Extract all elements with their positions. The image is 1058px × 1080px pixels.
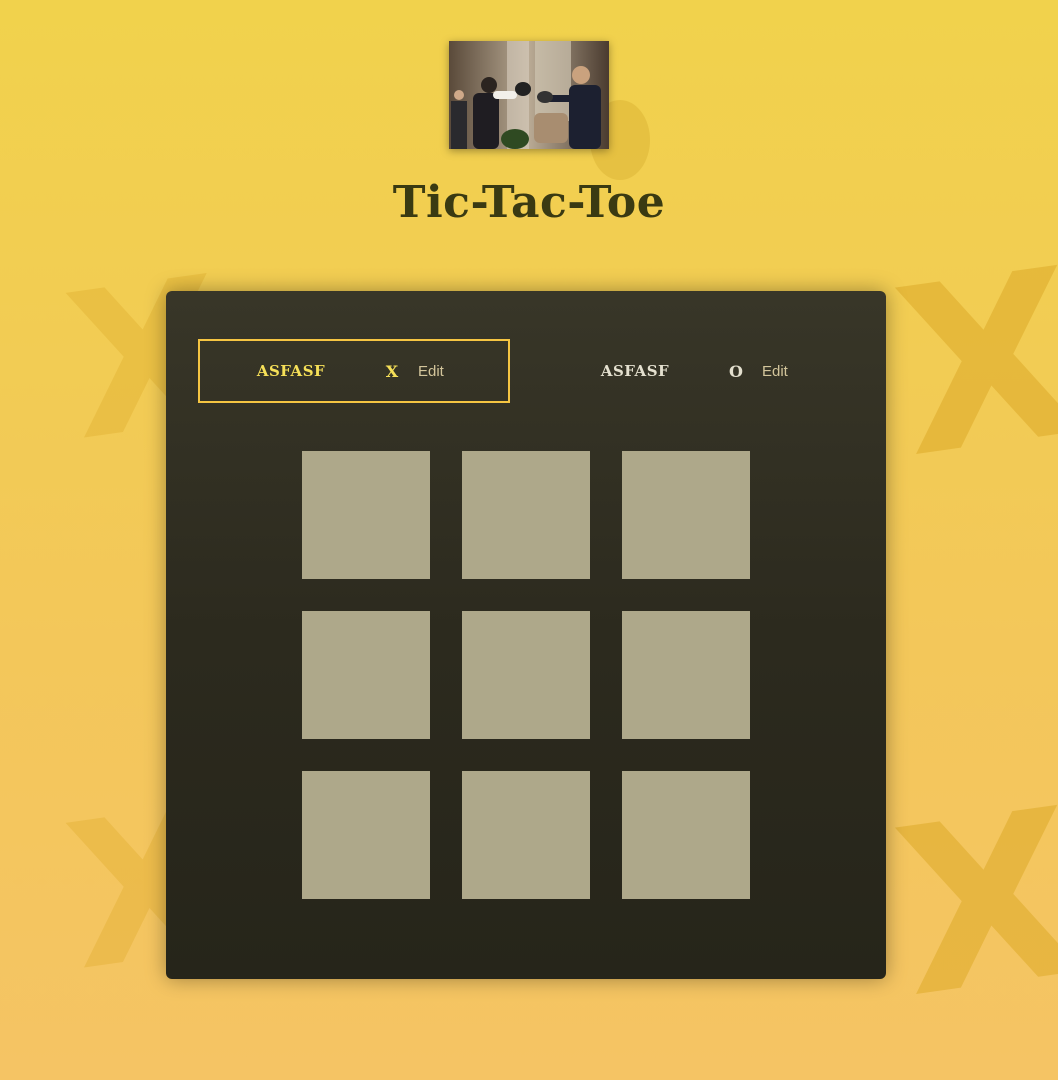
- edit-player-1-button[interactable]: Edit: [418, 363, 444, 380]
- game-container: ASFASF X Edit ASFASF O Edit: [166, 291, 886, 979]
- players-list: ASFASF X Edit ASFASF O Edit: [198, 339, 854, 403]
- board-cell-2-2[interactable]: [622, 771, 750, 899]
- player-symbol: X: [385, 361, 399, 381]
- player-name: ASFASF: [600, 362, 670, 380]
- player-name: ASFASF: [256, 362, 326, 380]
- edit-player-2-button[interactable]: Edit: [762, 363, 788, 380]
- page-title: Tic-Tac-Toe: [392, 177, 666, 228]
- board-cell-0-2[interactable]: [622, 451, 750, 579]
- player-symbol: O: [729, 361, 743, 381]
- page-header: Tic-Tac-Toe: [0, 41, 1058, 228]
- player-2: ASFASF O Edit: [542, 339, 854, 403]
- board-cell-0-0[interactable]: [302, 451, 430, 579]
- board-cell-1-0[interactable]: [302, 611, 430, 739]
- board-cell-1-2[interactable]: [622, 611, 750, 739]
- board-cell-2-0[interactable]: [302, 771, 430, 899]
- game-board: [302, 451, 750, 899]
- logo-photo: [449, 41, 609, 149]
- board-cell-1-1[interactable]: [462, 611, 590, 739]
- background-x-mark: X: [882, 759, 1058, 1050]
- background-x-mark: X: [882, 219, 1058, 510]
- player-1: ASFASF X Edit: [198, 339, 510, 403]
- board-cell-0-1[interactable]: [462, 451, 590, 579]
- board-cell-2-1[interactable]: [462, 771, 590, 899]
